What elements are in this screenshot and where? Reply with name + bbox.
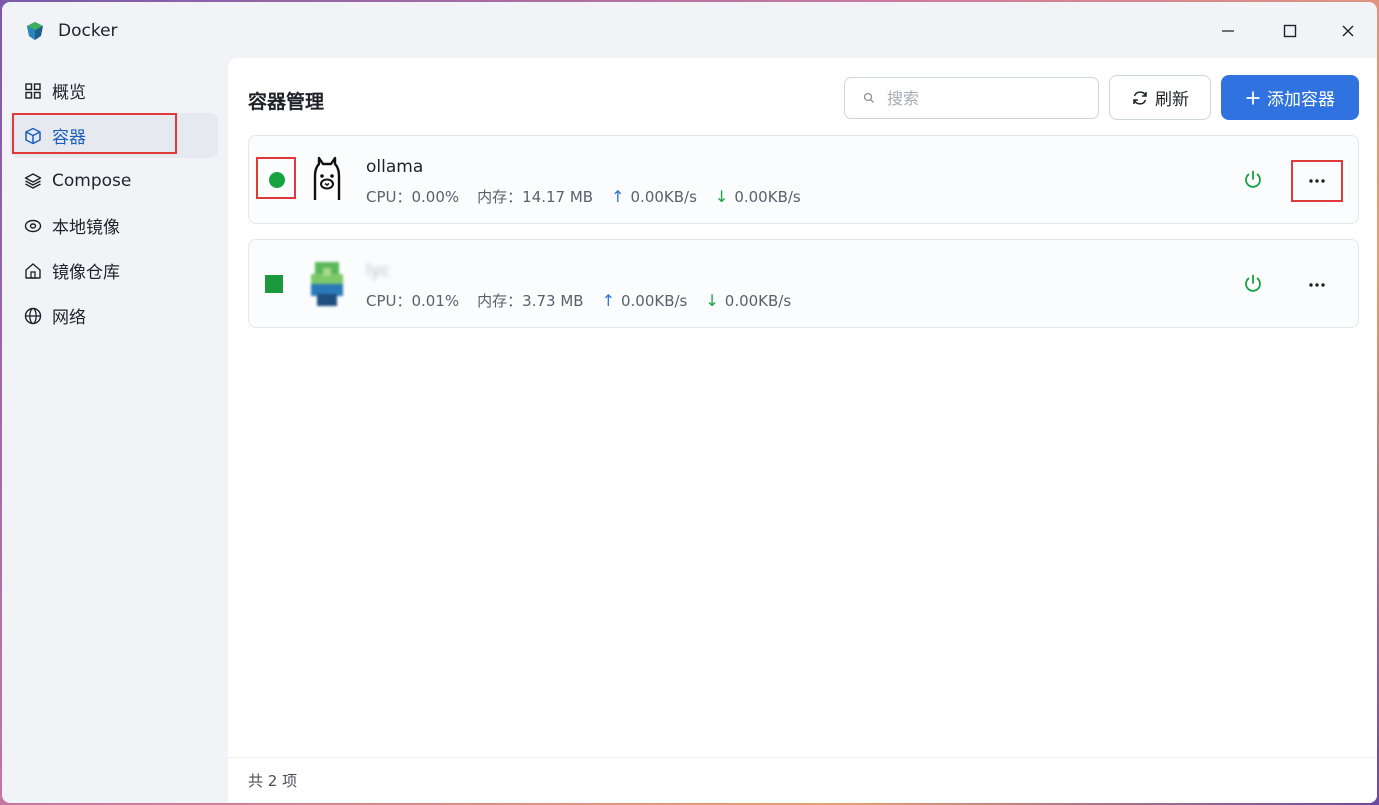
- plus-icon: [1246, 91, 1260, 104]
- item-count: 共 2 项: [248, 772, 298, 790]
- container-card[interactable]: ollama CPU：0.00% 内存：14.17 MB ↑ 0.00KB/s …: [248, 135, 1359, 224]
- upload-value: 0.00KB/s: [620, 291, 688, 310]
- more-dots-icon: [1309, 283, 1325, 287]
- download-rate: ↓ 0.00KB/s: [705, 291, 791, 310]
- cpu-usage: CPU：0.00%: [366, 188, 460, 206]
- sidebar-item-image-registry[interactable]: 镜像仓库: [10, 248, 218, 293]
- sidebar-item-network[interactable]: 网络: [10, 293, 218, 338]
- sidebar-item-compose[interactable]: Compose: [10, 158, 218, 203]
- upload-value: 0.00KB/s: [630, 187, 697, 206]
- container-stats: CPU：0.01% 内存：3.73 MB ↑ 0.00KB/s ↓ 0.00KB…: [366, 290, 809, 311]
- container-stats: CPU：0.00% 内存：14.17 MB ↑ 0.00KB/s ↓ 0.00K…: [366, 186, 819, 207]
- footer: 共 2 项: [228, 757, 1377, 803]
- sidebar-item-label: 容器: [52, 128, 86, 148]
- more-options-button[interactable]: [1291, 160, 1343, 202]
- upload-rate: ↑ 0.00KB/s: [602, 291, 688, 310]
- docker-window: Docker 概览 容器 Compose 本地镜像 镜像仓库 网络 容器管理 搜…: [2, 2, 1377, 803]
- search-icon: [863, 92, 874, 103]
- arrow-up-icon: ↑: [601, 291, 615, 310]
- maximize-icon: [1283, 24, 1297, 38]
- arrow-down-icon: ↓: [714, 187, 729, 206]
- container-name: lyc: [366, 261, 391, 281]
- search-input[interactable]: [887, 88, 1077, 108]
- running-status-dot: [269, 172, 285, 188]
- window-title: Docker: [58, 21, 118, 41]
- search-box[interactable]: [844, 77, 1099, 119]
- add-container-button[interactable]: 添加容器: [1221, 75, 1359, 120]
- sidebar-item-label: 网络: [52, 308, 86, 328]
- sidebar-item-label: 本地镜像: [52, 218, 120, 238]
- download-rate: ↓ 0.00KB/s: [715, 187, 801, 206]
- memory-usage: 内存：3.73 MB: [477, 292, 584, 310]
- arrow-up-icon: ↑: [611, 187, 625, 206]
- sidebar-item-overview[interactable]: 概览: [10, 68, 218, 113]
- sidebar-item-containers[interactable]: 容器: [10, 113, 218, 158]
- main-panel: 容器管理 刷新 添加容器 ollama: [228, 58, 1377, 803]
- close-button[interactable]: [1326, 14, 1370, 48]
- arrow-down-icon: ↓: [705, 291, 719, 310]
- container-image-icon: [311, 262, 343, 306]
- sidebar-item-label: Compose: [52, 170, 132, 191]
- status-indicator: [256, 261, 296, 303]
- title-bar: Docker: [2, 2, 1377, 58]
- page-title: 容器管理: [248, 91, 325, 113]
- globe-icon: [24, 307, 42, 325]
- memory-usage: 内存：14.17 MB: [477, 188, 594, 206]
- refresh-button[interactable]: 刷新: [1109, 75, 1211, 120]
- grid-icon: [24, 82, 42, 100]
- container-card[interactable]: lyc CPU：0.01% 内存：3.73 MB ↑ 0.00KB/s ↓ 0.…: [248, 239, 1359, 328]
- sidebar-item-label: 概览: [52, 83, 86, 103]
- more-options-button[interactable]: [1291, 264, 1343, 306]
- minimize-icon: [1222, 30, 1234, 32]
- close-icon: [1342, 25, 1354, 37]
- sidebar-item-local-images[interactable]: 本地镜像: [10, 203, 218, 248]
- refresh-label: 刷新: [1155, 90, 1189, 110]
- download-value: 0.00KB/s: [734, 187, 801, 206]
- sidebar-item-label: 镜像仓库: [52, 263, 120, 283]
- sidebar: 概览 容器 Compose 本地镜像 镜像仓库 网络: [2, 68, 226, 338]
- docker-logo-icon: [27, 22, 43, 40]
- cpu-usage: CPU：0.01%: [366, 292, 460, 310]
- download-value: 0.00KB/s: [724, 291, 792, 310]
- cube-icon: [24, 127, 42, 145]
- status-indicator: [256, 157, 296, 199]
- llama-icon: [313, 156, 341, 200]
- add-container-label: 添加容器: [1267, 90, 1335, 110]
- more-dots-icon: [1309, 179, 1325, 183]
- disk-icon: [24, 217, 42, 235]
- layers-icon: [24, 172, 42, 190]
- running-status-dot: [265, 275, 283, 293]
- container-name: ollama: [366, 157, 424, 177]
- power-icon[interactable]: [1242, 169, 1264, 191]
- refresh-icon: [1133, 90, 1147, 105]
- upload-rate: ↑ 0.00KB/s: [611, 187, 697, 206]
- power-icon[interactable]: [1242, 273, 1264, 295]
- maximize-button[interactable]: [1268, 14, 1312, 48]
- home-icon: [24, 262, 42, 280]
- minimize-button[interactable]: [1206, 14, 1250, 48]
